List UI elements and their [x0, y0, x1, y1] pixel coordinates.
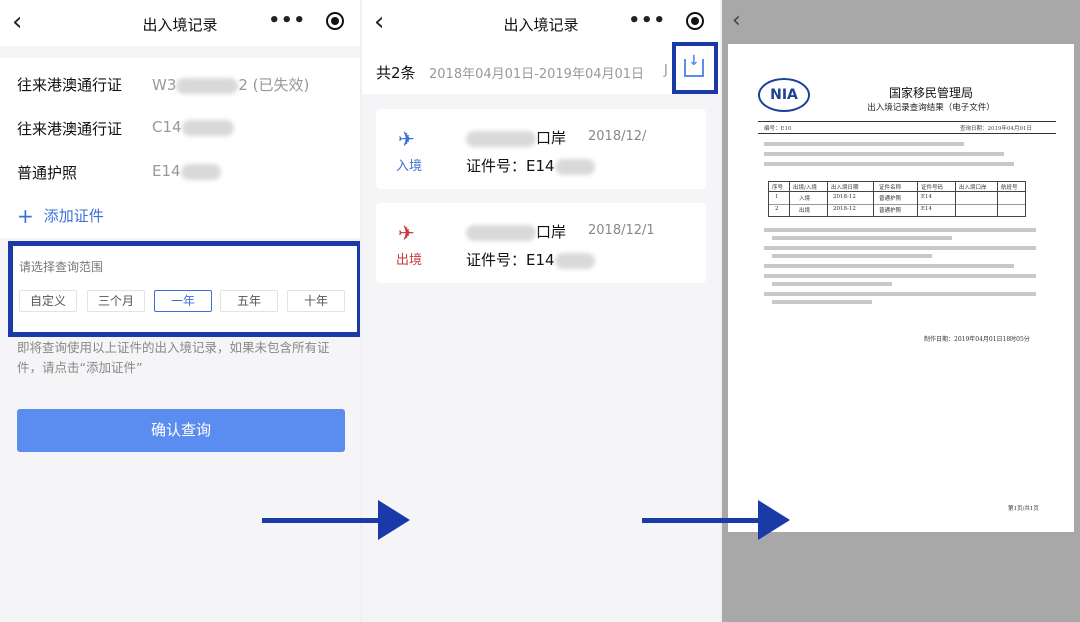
- range-option-1-year[interactable]: 一年: [154, 290, 212, 312]
- credential-item[interactable]: 往来港澳通行证 W3 2 (已失效): [0, 60, 360, 104]
- table-header-cell: 出入境口岸: [959, 185, 987, 191]
- certificate-number: 证件号：E14: [466, 155, 595, 176]
- credential-item[interactable]: 往来港澳通行证 C14: [0, 104, 360, 148]
- table-cell: 普通护照: [879, 208, 902, 214]
- table-cell: E14: [921, 206, 933, 212]
- text-line: [764, 152, 1004, 156]
- text-line: [764, 162, 1014, 166]
- document-page: NIA 国家移民管理局 出入境记录查询结果（电子文件） 编号：E10 查询日期：…: [728, 44, 1074, 532]
- text-line: [764, 274, 1036, 278]
- table-cell: 出境: [799, 208, 811, 214]
- table-header-cell: 证件名称: [879, 185, 902, 191]
- direction-label: 入境: [396, 159, 423, 174]
- range-option-3-months[interactable]: 三个月: [87, 290, 145, 312]
- table-row: 2 出境 2018-12 普通护照 E14: [769, 205, 1025, 217]
- add-credential-button[interactable]: + 添加证件: [17, 204, 104, 228]
- issue-date: 制作日期：2019年04月01日18时05分: [924, 336, 1030, 343]
- text-line: [772, 300, 872, 304]
- direction-label: 出境: [396, 253, 423, 268]
- table-header-cell: 出入境日期: [831, 185, 859, 191]
- text-line: [772, 254, 932, 258]
- credential-number: W3 2 (已失效): [152, 76, 310, 94]
- flow-arrow-icon: [262, 500, 410, 540]
- table-cell: 普通护照: [879, 196, 902, 202]
- document-number: 编号：E10: [764, 126, 792, 132]
- download-button[interactable]: [672, 42, 718, 94]
- table-header-cell: 证件号码: [921, 185, 944, 191]
- credential-list: 往来港澳通行证 W3 2 (已失效) 往来港澳通行证 C14 普通护照 E14 +…: [0, 58, 360, 238]
- port-name: 口岸: [466, 221, 566, 242]
- page-title: 出入境记录: [142, 16, 218, 34]
- close-target-icon[interactable]: [326, 12, 344, 30]
- range-label: 请选择查询范围: [19, 260, 104, 274]
- text-line: [764, 292, 1036, 296]
- range-option-10-years[interactable]: 十年: [287, 290, 345, 312]
- table-cell: 2018-12: [833, 206, 856, 212]
- table-header-cell: 出境/入境: [793, 185, 817, 191]
- document-title: 国家移民管理局: [888, 86, 973, 100]
- table-cell: 2018-12: [833, 194, 856, 200]
- text-line: [764, 228, 1036, 232]
- credential-name: 普通护照: [17, 164, 78, 182]
- record-count: 共2条: [376, 64, 416, 82]
- page-title: 出入境记录: [503, 16, 579, 34]
- confirm-query-button[interactable]: 确认查询: [17, 409, 345, 452]
- divider: [758, 133, 1056, 134]
- credential-name: 往来港澳通行证: [17, 120, 123, 138]
- divider: [758, 121, 1056, 122]
- table-cell: 1: [775, 194, 779, 200]
- credential-number: E14: [152, 162, 221, 180]
- close-target-icon[interactable]: [686, 12, 704, 30]
- more-icon[interactable]: •••: [628, 10, 666, 31]
- download-icon: [684, 53, 704, 77]
- text-line: [764, 142, 964, 146]
- table-cell: E14: [921, 194, 933, 200]
- more-icon[interactable]: •••: [268, 10, 306, 31]
- plus-icon: +: [17, 204, 34, 228]
- page-number: 第1页/共1页: [1008, 506, 1039, 512]
- text-line: [772, 236, 952, 240]
- arrival-plane-icon: ✈: [398, 127, 415, 151]
- text-line: [764, 264, 1014, 268]
- departure-plane-icon: ✈: [398, 221, 415, 245]
- credential-number: C14: [152, 118, 234, 136]
- document-subtitle: 出入境记录查询结果（电子文件）: [867, 103, 995, 113]
- top-bar: ‹ 出入境记录 •••: [0, 0, 360, 46]
- hint-text: 即将查询使用以上证件的出入境记录，如果未包含所有证件，请点击“添加证件”: [17, 340, 330, 375]
- records-table: 序号 出境/入境 出入境日期 证件名称 证件号码 出入境口岸 航班号 1 入境 …: [768, 181, 1026, 217]
- record-date: 2018/12/1: [588, 223, 655, 238]
- credential-name: 往来港澳通行证: [17, 76, 123, 94]
- summary-trailing: J: [664, 63, 668, 78]
- table-cell: 2: [775, 206, 779, 212]
- table-header: 序号 出境/入境 出入境日期 证件名称 证件号码 出入境口岸 航班号: [769, 182, 1025, 192]
- top-bar: ‹ 出入境记录 •••: [362, 0, 720, 46]
- credential-item[interactable]: 普通护照 E14: [0, 148, 360, 192]
- query-screen: ‹ 出入境记录 ••• 往来港澳通行证 W3 2 (已失效) 往来港澳通行证 C1…: [0, 0, 360, 622]
- records-summary: 共2条 2018年04月01日-2019年04月01日 J: [362, 46, 720, 94]
- text-line: [764, 246, 1036, 250]
- range-selector: 请选择查询范围 自定义 三个月 一年 五年 十年: [8, 241, 360, 337]
- table-row: 1 入境 2018-12 普通护照 E14: [769, 193, 1025, 205]
- text-line: [772, 282, 892, 286]
- record-date: 2018/12/: [588, 129, 647, 144]
- record-card[interactable]: ✈ 出境 口岸 2018/12/1 证件号：E14: [376, 203, 706, 283]
- flow-arrow-icon: [642, 500, 790, 540]
- record-card[interactable]: ✈ 入境 口岸 2018/12/ 证件号：E14: [376, 109, 706, 189]
- records-screen: ‹ 出入境记录 ••• 共2条 2018年04月01日-2019年04月01日 …: [362, 0, 720, 622]
- table-header-cell: 序号: [772, 185, 784, 191]
- range-option-custom[interactable]: 自定义: [19, 290, 77, 312]
- date-range: 2018年04月01日-2019年04月01日: [429, 67, 645, 82]
- table-cell: 入境: [799, 196, 811, 202]
- port-name: 口岸: [466, 127, 566, 148]
- table-header-cell: 航班号: [1001, 185, 1018, 191]
- back-icon[interactable]: ‹: [732, 8, 741, 33]
- range-option-5-years[interactable]: 五年: [220, 290, 278, 312]
- top-bar: ‹: [722, 0, 1080, 44]
- query-date: 查询日期：2019年04月01日: [960, 126, 1032, 132]
- certificate-number: 证件号：E14: [466, 249, 595, 270]
